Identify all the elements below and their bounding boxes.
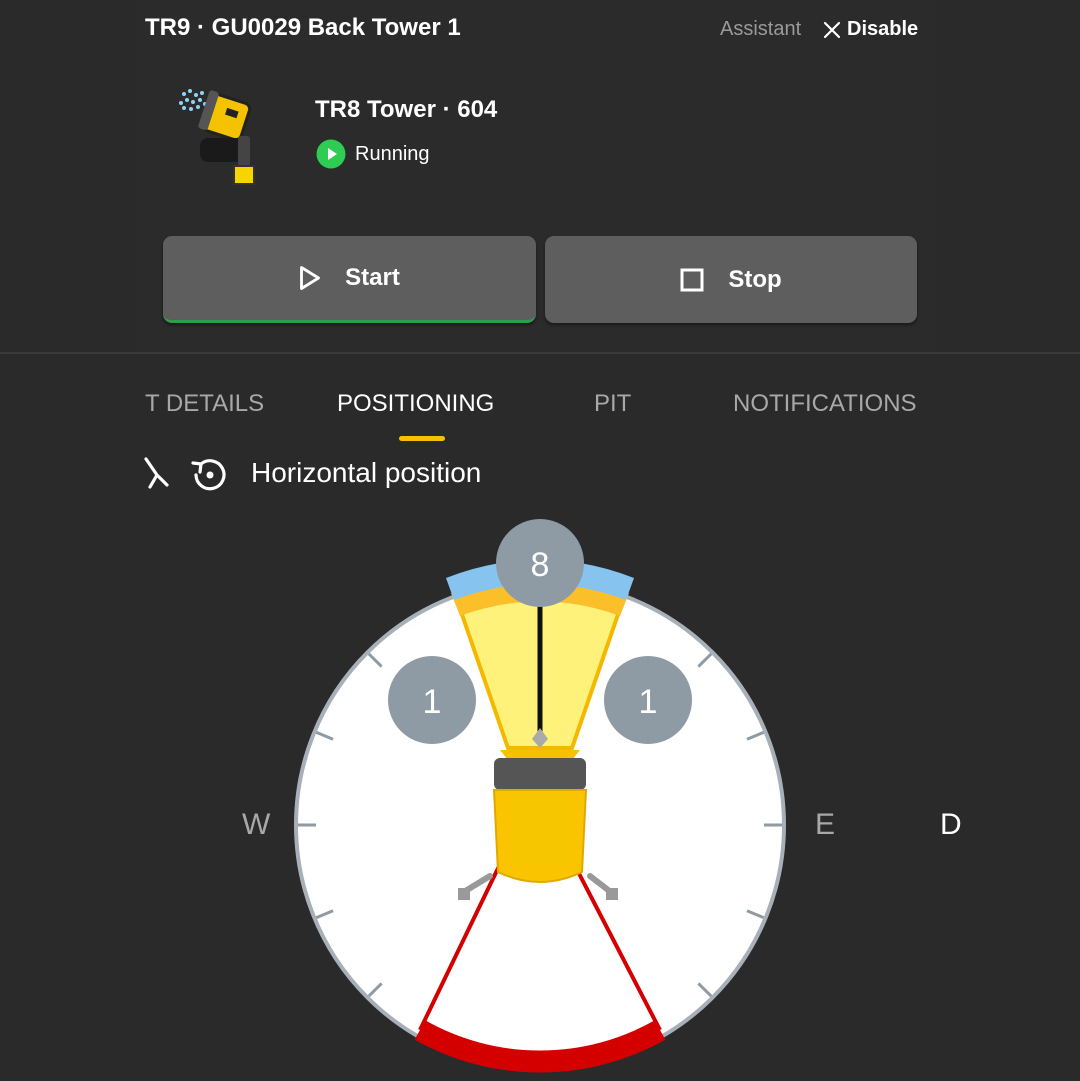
rotate-reset-icon[interactable] (188, 454, 230, 496)
tower-body (458, 750, 618, 900)
tab-notifications[interactable]: NOTIFICATIONS (733, 390, 917, 418)
compass-tick (367, 652, 383, 668)
dead-zone-left-line (418, 859, 504, 1031)
compass-east-label: E (815, 808, 836, 841)
section-divider (0, 352, 1080, 354)
compass-tick (697, 982, 713, 998)
sector-fill (454, 583, 626, 750)
compass-tick (746, 909, 765, 919)
start-button-label: Start (345, 264, 400, 291)
tab-pit[interactable]: PIT (594, 390, 631, 418)
compass-ticks (298, 652, 782, 998)
limit-arc-left (446, 563, 503, 600)
tab-bar: T DETAILS POSITIONING PIT NOTIFICATIONS (0, 390, 1080, 446)
close-icon[interactable] (822, 20, 842, 40)
center-value-badge[interactable] (496, 519, 584, 607)
compass-tick (315, 731, 334, 741)
disable-assistant-button[interactable]: Disable (847, 18, 918, 41)
running-status-icon (316, 139, 346, 169)
compass-tick (315, 909, 334, 919)
compass-dial (294, 579, 786, 1071)
left-value-badge[interactable] (388, 656, 476, 744)
angle-icon[interactable] (140, 456, 172, 490)
tab-details[interactable]: T DETAILS (145, 390, 264, 418)
compass-tick (746, 731, 765, 741)
assistant-label: Assistant (720, 18, 802, 40)
compass-edge-label: D (940, 808, 962, 841)
right-value-badge[interactable] (604, 656, 692, 744)
compass-west-label: W (242, 808, 271, 841)
dead-zone-right-line (570, 859, 662, 1031)
section-title: Horizontal position (251, 457, 482, 488)
limit-arc-right (577, 563, 634, 600)
needle-tip (532, 728, 548, 748)
status-label: Running (355, 143, 430, 165)
tab-positioning[interactable]: POSITIONING (337, 390, 494, 418)
compass-tick (367, 982, 383, 998)
stop-button[interactable]: Stop (545, 236, 917, 323)
start-button[interactable]: Start (163, 236, 536, 323)
dead-zone-arc (414, 1020, 666, 1073)
tower-device-icon (179, 89, 255, 185)
play-outline-icon (300, 266, 321, 290)
stop-square-icon (680, 268, 704, 291)
active-tab-indicator (399, 436, 445, 441)
compass-tick (697, 652, 713, 668)
stop-button-label: Stop (728, 265, 782, 293)
device-name: TR8 Tower · 604 (315, 96, 498, 123)
page-title: TR9 · GU0029 Back Tower 1 (145, 14, 461, 41)
